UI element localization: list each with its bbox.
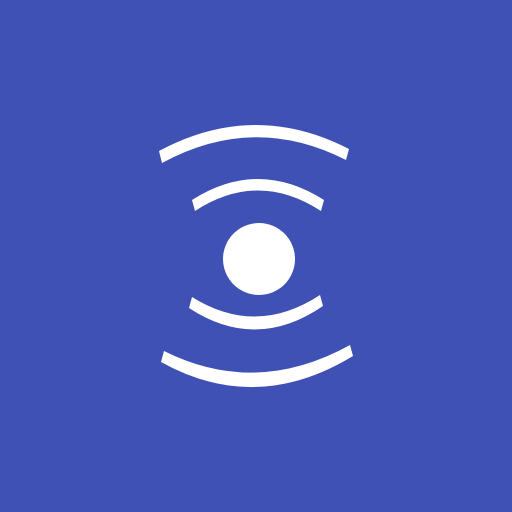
outer-top-arc <box>159 124 349 163</box>
inner-bottom-arc <box>189 295 323 330</box>
outer-bottom-arc <box>161 345 353 388</box>
inner-top-arc <box>192 179 324 211</box>
center-dot <box>223 223 295 295</box>
signal-broadcast-icon <box>159 124 353 388</box>
app-icon-background <box>0 0 512 512</box>
